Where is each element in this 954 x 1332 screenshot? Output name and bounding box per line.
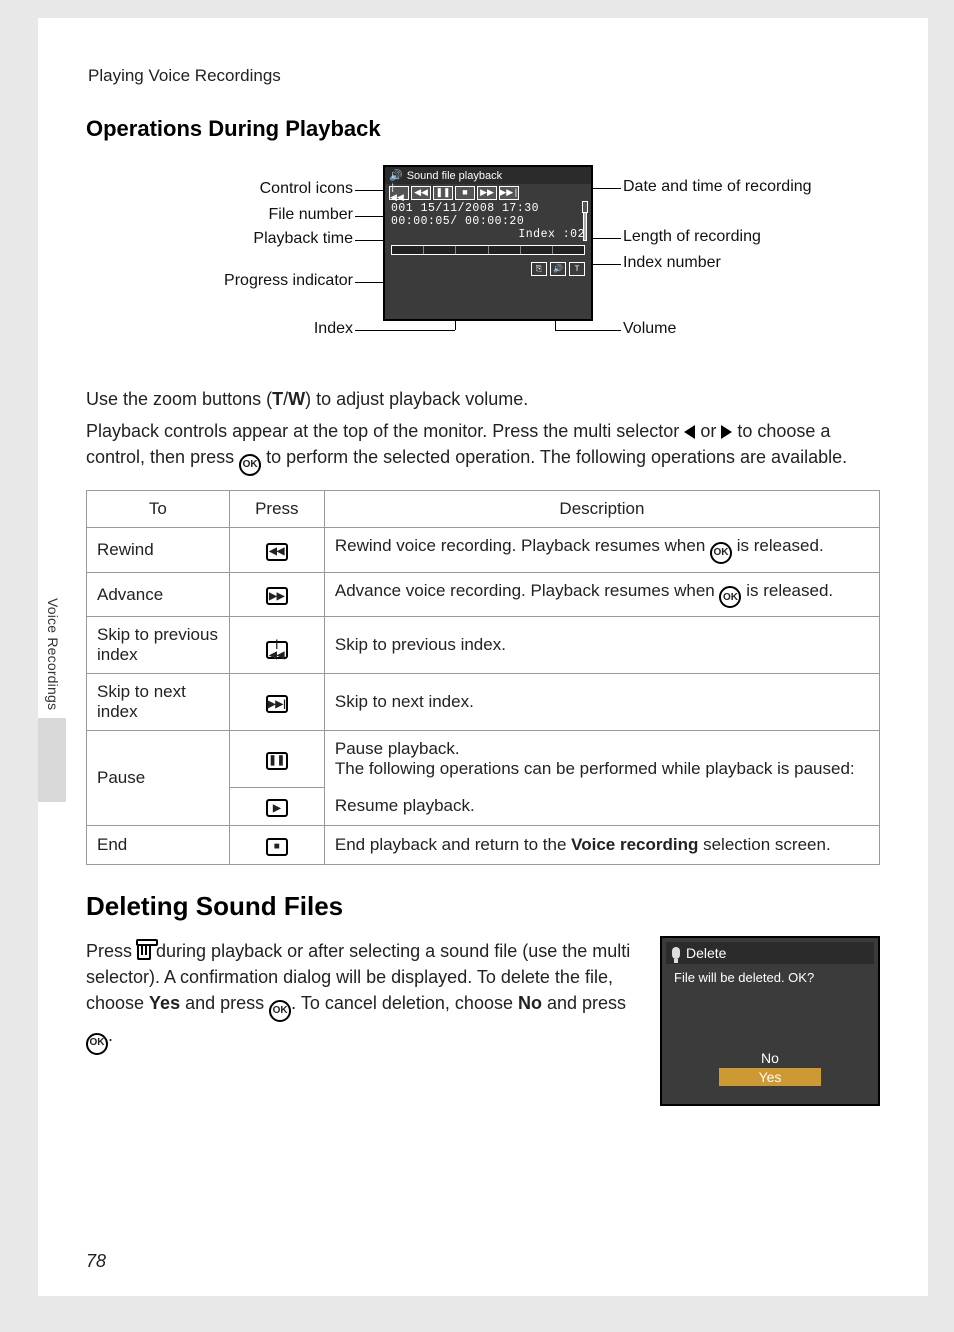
pause-icon: ❚❚ xyxy=(266,752,288,770)
side-tab-label: Voice Recordings xyxy=(45,598,61,710)
callout-datetime: Date and time of recording xyxy=(623,178,812,196)
ok-button-icon: OK xyxy=(239,454,261,476)
advance-icon: ▶▶ xyxy=(266,587,288,605)
scrollbar xyxy=(583,201,587,241)
callout-control-icons: Control icons xyxy=(93,180,353,198)
stop-icon: ■ xyxy=(455,186,475,200)
ok-button-icon: OK xyxy=(710,542,732,564)
table-row: Advance ▶▶ Advance voice recording. Play… xyxy=(87,572,880,617)
ok-button-icon: OK xyxy=(269,1000,291,1022)
callout-progress: Progress indicator xyxy=(93,272,353,290)
breadcrumb: Playing Voice Recordings xyxy=(88,66,880,86)
option-no[interactable]: No xyxy=(662,1050,878,1066)
ok-button-icon: OK xyxy=(86,1033,108,1055)
table-row: Pause ❚❚ Pause playback. The following o… xyxy=(87,731,880,788)
left-arrow-icon xyxy=(684,425,695,439)
file-line: 001 15/11/2008 17:30 xyxy=(385,202,591,215)
page-number: 78 xyxy=(86,1251,106,1272)
callout-index: Index xyxy=(93,320,353,338)
callout-file-number: File number xyxy=(93,206,353,224)
ok-button-icon: OK xyxy=(719,586,741,608)
volume-icon: 🔊 xyxy=(550,262,566,276)
para-delete: Press during playback or after selecting… xyxy=(86,938,636,1055)
callout-index-number: Index number xyxy=(623,254,721,272)
playback-screen: 🔊 Sound file playback |◀◀ ◀◀ ❚❚ ■ ▶▶ ▶▶|… xyxy=(383,165,593,321)
time-line: 00:00:05/ 00:00:20 xyxy=(385,215,591,228)
operations-table: To Press Description Rewind ◀◀ Rewind vo… xyxy=(86,490,880,865)
table-row: Rewind ◀◀ Rewind voice recording. Playba… xyxy=(87,528,880,573)
delete-message: File will be deleted. OK? xyxy=(666,964,874,991)
skip-prev-icon: |◀◀ xyxy=(266,641,288,659)
heading-operations: Operations During Playback xyxy=(86,116,880,142)
delete-confirm-screen: Delete File will be deleted. OK? No Yes xyxy=(660,936,880,1106)
copy-icon: ⎘ xyxy=(531,262,547,276)
table-row: Skip to previous index |◀◀ Skip to previ… xyxy=(87,617,880,674)
screen-title: Sound file playback xyxy=(407,170,502,182)
skip-next-icon: ▶▶| xyxy=(266,695,288,713)
th-desc: Description xyxy=(324,491,879,528)
callout-volume: Volume xyxy=(623,320,676,338)
mic-icon xyxy=(672,947,680,959)
play-icon: ▶ xyxy=(266,799,288,817)
para-volume: Use the zoom buttons (T/W) to adjust pla… xyxy=(86,386,880,412)
delete-title: Delete xyxy=(686,945,726,961)
right-arrow-icon xyxy=(721,425,732,439)
option-yes[interactable]: Yes xyxy=(719,1068,822,1086)
sound-icon: 🔊 xyxy=(389,169,403,182)
rewind-icon: ◀◀ xyxy=(411,186,431,200)
th-to: To xyxy=(87,491,230,528)
side-tab-active xyxy=(38,718,66,802)
para-controls: Playback controls appear at the top of t… xyxy=(86,418,880,476)
table-row: Skip to next index ▶▶| Skip to next inde… xyxy=(87,674,880,731)
skip-next-icon: ▶▶| xyxy=(499,186,519,200)
th-press: Press xyxy=(229,491,324,528)
pause-icon: ❚❚ xyxy=(433,186,453,200)
stop-icon: ■ xyxy=(266,838,288,856)
callout-length: Length of recording xyxy=(623,228,761,246)
advance-icon: ▶▶ xyxy=(477,186,497,200)
trash-icon xyxy=(137,944,151,960)
callout-playback-time: Playback time xyxy=(93,230,353,248)
index-line: Index :02 xyxy=(385,228,591,241)
heading-deleting: Deleting Sound Files xyxy=(86,891,880,922)
table-row: End ■ End playback and return to the Voi… xyxy=(87,826,880,865)
rewind-icon: ◀◀ xyxy=(266,543,288,561)
progress-bar xyxy=(391,245,585,255)
side-tab: Voice Recordings xyxy=(38,598,66,718)
control-icons-row: |◀◀ ◀◀ ❚❚ ■ ▶▶ ▶▶| xyxy=(385,184,591,202)
zoom-t-icon: T xyxy=(569,262,585,276)
skip-prev-icon: |◀◀ xyxy=(389,186,409,200)
playback-figure: Control icons File number Playback time … xyxy=(93,160,873,370)
